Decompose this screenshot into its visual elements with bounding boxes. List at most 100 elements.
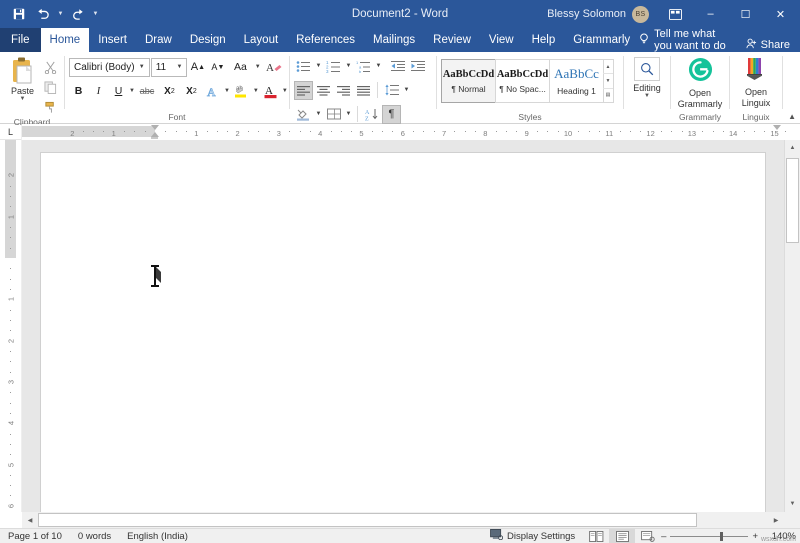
- bullets-dropdown-icon[interactable]: ▼: [314, 57, 323, 76]
- scroll-up-icon[interactable]: ▲: [785, 140, 800, 156]
- undo-icon[interactable]: [32, 3, 54, 25]
- multilevel-list-icon[interactable]: 1ab: [354, 57, 373, 76]
- zoom-slider-track[interactable]: [670, 536, 748, 537]
- scroll-down-icon[interactable]: ▼: [785, 496, 800, 512]
- maximize-button[interactable]: ☐: [728, 0, 763, 28]
- horizontal-ruler[interactable]: 21123456789101112131415: [22, 124, 800, 140]
- undo-dropdown-icon[interactable]: ▼: [56, 11, 65, 17]
- numbering-icon[interactable]: 123: [324, 57, 343, 76]
- underline-dropdown-icon[interactable]: ▼: [129, 82, 135, 101]
- read-mode-icon[interactable]: [583, 529, 609, 543]
- strikethrough-button[interactable]: abc: [136, 82, 158, 101]
- open-linguix-button[interactable]: Open Linguix: [734, 55, 778, 111]
- zoom-slider-thumb[interactable]: [720, 532, 723, 541]
- font-color-dropdown-icon[interactable]: ▼: [282, 82, 288, 101]
- subscript-button[interactable]: X2: [159, 82, 180, 101]
- tab-draw[interactable]: Draw: [136, 28, 181, 52]
- share-button[interactable]: Share: [746, 38, 800, 52]
- tab-file[interactable]: File: [0, 28, 41, 52]
- editing-button[interactable]: Editing ▼: [628, 55, 666, 111]
- line-spacing-icon[interactable]: [382, 81, 401, 100]
- vertical-ruler[interactable]: 21123456: [0, 140, 22, 512]
- font-color-button[interactable]: A: [260, 82, 281, 101]
- chevron-down-icon[interactable]: ▼: [135, 64, 147, 70]
- tab-design[interactable]: Design: [181, 28, 235, 52]
- highlight-button[interactable]: ab: [231, 82, 252, 101]
- grow-font-button[interactable]: A▲: [188, 58, 207, 77]
- tab-mailings[interactable]: Mailings: [364, 28, 424, 52]
- style-no-spacing[interactable]: AaBbCcDd ¶ No Spac...: [495, 59, 550, 103]
- show-formatting-marks-icon[interactable]: ¶: [382, 105, 401, 124]
- sort-icon[interactable]: AZ: [362, 105, 381, 124]
- vertical-scroll-thumb[interactable]: [786, 158, 799, 243]
- align-right-icon[interactable]: [334, 81, 353, 100]
- word-count[interactable]: 0 words: [70, 531, 119, 542]
- paste-button[interactable]: Paste ▼: [4, 55, 41, 116]
- bullets-icon[interactable]: [294, 57, 313, 76]
- numbering-dropdown-icon[interactable]: ▼: [344, 57, 353, 76]
- tab-insert[interactable]: Insert: [89, 28, 136, 52]
- style-normal[interactable]: AaBbCcDd ¶ Normal: [441, 59, 496, 103]
- cut-icon[interactable]: [41, 58, 60, 76]
- tell-me-search[interactable]: Tell me what you want to do: [639, 28, 746, 52]
- borders-icon[interactable]: [324, 105, 343, 124]
- align-center-icon[interactable]: [314, 81, 333, 100]
- tab-grammarly[interactable]: Grammarly: [564, 28, 639, 52]
- zoom-in-button[interactable]: +: [752, 531, 758, 542]
- chevron-down-icon[interactable]: ▼: [172, 64, 184, 70]
- language-indicator[interactable]: English (India): [119, 531, 196, 542]
- increase-indent-icon[interactable]: [409, 57, 428, 76]
- paste-dropdown-icon[interactable]: ▼: [20, 96, 26, 102]
- web-layout-icon[interactable]: [635, 529, 661, 543]
- open-grammarly-button[interactable]: Open Grammarly: [675, 55, 725, 111]
- close-button[interactable]: ✕: [763, 0, 798, 28]
- document-canvas[interactable]: [22, 140, 784, 512]
- customize-qat-icon[interactable]: ▼: [91, 11, 100, 17]
- page-indicator[interactable]: Page 1 of 10: [0, 531, 70, 542]
- scroll-left-icon[interactable]: ◀: [22, 512, 38, 528]
- shading-dropdown-icon[interactable]: ▼: [314, 105, 323, 124]
- bold-button[interactable]: B: [69, 82, 88, 101]
- avatar[interactable]: BS: [632, 6, 649, 23]
- ribbon-display-options-icon[interactable]: [661, 3, 689, 25]
- collapse-ribbon-icon[interactable]: ▲: [788, 112, 796, 121]
- styles-scroll-up-icon[interactable]: ▲: [603, 60, 613, 73]
- decrease-indent-icon[interactable]: [389, 57, 408, 76]
- display-settings-button[interactable]: Display Settings: [482, 529, 583, 543]
- shrink-font-button[interactable]: A▼: [208, 58, 227, 77]
- align-left-icon[interactable]: [294, 81, 313, 100]
- account-name[interactable]: Blessy Solomon: [547, 8, 626, 20]
- text-effects-button[interactable]: A: [203, 82, 223, 101]
- shading-icon[interactable]: [294, 105, 313, 124]
- horizontal-scroll-track[interactable]: [38, 512, 768, 528]
- vertical-scrollbar[interactable]: ▲ ▼: [784, 140, 800, 512]
- tab-view[interactable]: View: [480, 28, 523, 52]
- tab-home[interactable]: Home: [41, 28, 90, 52]
- italic-button[interactable]: I: [89, 82, 108, 101]
- justify-icon[interactable]: [354, 81, 373, 100]
- styles-more-icon[interactable]: ▤: [603, 88, 613, 102]
- superscript-button[interactable]: X2: [181, 82, 202, 101]
- minimize-button[interactable]: –: [693, 0, 728, 28]
- print-layout-icon[interactable]: [609, 529, 635, 543]
- save-icon[interactable]: [8, 3, 30, 25]
- first-line-indent-marker[interactable]: [151, 125, 159, 130]
- line-spacing-dropdown-icon[interactable]: ▼: [402, 81, 411, 100]
- clear-formatting-button[interactable]: A: [263, 58, 285, 77]
- format-painter-icon[interactable]: [41, 98, 60, 116]
- borders-dropdown-icon[interactable]: ▼: [344, 105, 353, 124]
- styles-scroll-down-icon[interactable]: ▼: [603, 73, 613, 87]
- tab-help[interactable]: Help: [523, 28, 565, 52]
- redo-icon[interactable]: [67, 3, 89, 25]
- underline-button[interactable]: U: [109, 82, 128, 101]
- zoom-out-button[interactable]: –: [661, 531, 666, 542]
- editing-dropdown-icon[interactable]: ▼: [644, 93, 650, 100]
- tab-layout[interactable]: Layout: [235, 28, 288, 52]
- font-family-combo[interactable]: Calibri (Body) ▼: [69, 58, 150, 77]
- multilevel-dropdown-icon[interactable]: ▼: [374, 57, 383, 76]
- change-case-button[interactable]: Aa: [228, 58, 252, 77]
- scroll-right-icon[interactable]: ▶: [768, 512, 784, 528]
- copy-icon[interactable]: [41, 78, 60, 96]
- horizontal-scrollbar[interactable]: ◀ ▶: [0, 512, 800, 528]
- tab-review[interactable]: Review: [424, 28, 480, 52]
